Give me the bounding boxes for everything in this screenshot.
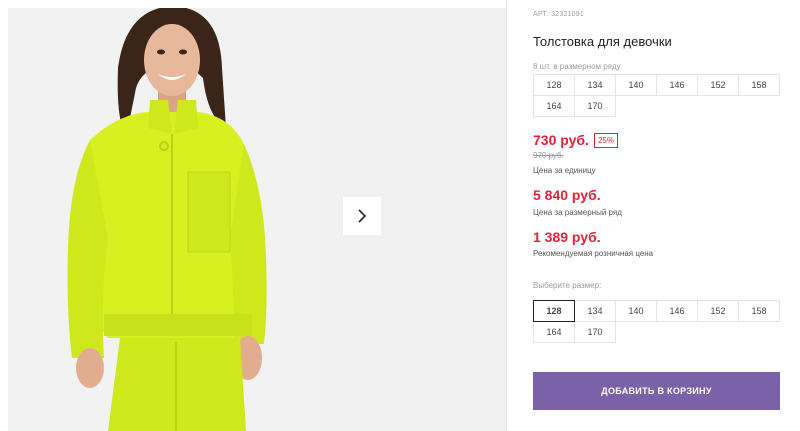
size-option-152[interactable]: 152 bbox=[697, 300, 739, 322]
article-number: 32321091 bbox=[551, 11, 584, 18]
unit-price: 730 руб. bbox=[533, 132, 589, 148]
product-gallery bbox=[0, 0, 506, 431]
product-photo[interactable] bbox=[8, 8, 320, 431]
row-price-caption: Цена за размерный ряд bbox=[533, 208, 622, 217]
unit-price-block: 730 руб. 25% bbox=[533, 132, 618, 148]
size-option-134[interactable]: 134 bbox=[574, 300, 616, 322]
size-row-cell: 152 bbox=[697, 74, 739, 96]
size-select-label: Выберите размер: bbox=[533, 281, 602, 290]
gallery-next-button[interactable] bbox=[343, 197, 381, 235]
size-option-146[interactable]: 146 bbox=[656, 300, 698, 322]
size-row-cell: 164 bbox=[533, 95, 575, 117]
old-price: 970 руб. bbox=[533, 151, 564, 160]
row-price: 5 840 руб. bbox=[533, 187, 601, 203]
size-row-cell: 128 bbox=[533, 74, 575, 96]
retail-price: 1 389 руб. bbox=[533, 229, 601, 245]
article-code: АРТ: 32321091 bbox=[533, 11, 584, 18]
size-option-128[interactable]: 128 bbox=[533, 300, 575, 322]
panel-divider bbox=[506, 0, 507, 431]
size-row-grid: 128 134 140 146 152 158 164 170 bbox=[533, 74, 785, 117]
discount-badge: 25% bbox=[593, 132, 618, 148]
size-row-info: 8 шт. в размерном ряду bbox=[533, 62, 621, 71]
chevron-right-icon bbox=[358, 209, 367, 223]
size-option-164[interactable]: 164 bbox=[533, 321, 575, 343]
size-row-cell: 158 bbox=[738, 74, 780, 96]
size-option-170[interactable]: 170 bbox=[574, 321, 616, 343]
size-row-cell: 134 bbox=[574, 74, 616, 96]
retail-price-caption: Рекомендуемая розничная цена bbox=[533, 249, 654, 258]
product-title: Толстовка для девочки bbox=[533, 34, 672, 49]
product-photo-image bbox=[8, 8, 320, 431]
size-selector: 128 134 140 146 152 158 164 170 bbox=[533, 300, 785, 343]
size-option-140[interactable]: 140 bbox=[615, 300, 657, 322]
size-row-cell: 146 bbox=[656, 74, 698, 96]
size-row-cell: 140 bbox=[615, 74, 657, 96]
unit-price-caption: Цена за единицу bbox=[533, 166, 596, 175]
add-to-cart-button[interactable]: ДОБАВИТЬ В КОРЗИНУ bbox=[533, 372, 780, 410]
article-label: АРТ: bbox=[533, 11, 550, 18]
size-option-158[interactable]: 158 bbox=[738, 300, 780, 322]
size-row-cell: 170 bbox=[574, 95, 616, 117]
